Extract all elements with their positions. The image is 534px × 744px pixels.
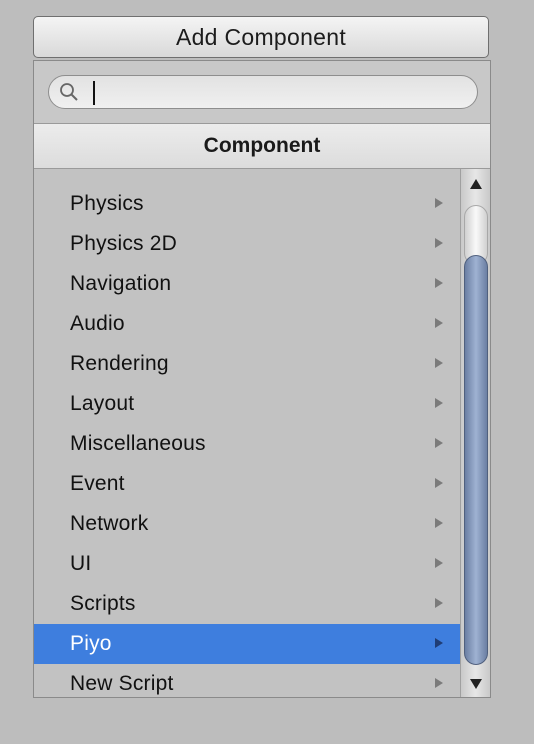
submenu-arrow-icon xyxy=(435,278,443,288)
text-caret xyxy=(93,81,95,105)
list-item-label: Physics xyxy=(70,192,144,215)
list-item-physics-2d[interactable]: Physics 2D xyxy=(34,224,460,264)
list-item-label: Network xyxy=(70,512,149,535)
list-item-rendering[interactable]: Rendering xyxy=(34,344,460,384)
search-icon xyxy=(60,83,78,101)
submenu-arrow-icon xyxy=(435,518,443,528)
scroll-down-arrow-icon[interactable] xyxy=(470,679,482,689)
vertical-scrollbar[interactable] xyxy=(460,169,490,697)
list-item-network[interactable]: Network xyxy=(34,504,460,544)
list-item-label: Scripts xyxy=(70,592,136,615)
submenu-arrow-icon xyxy=(435,598,443,608)
add-component-button[interactable]: Add Component xyxy=(33,16,489,58)
list-item-scripts[interactable]: Scripts xyxy=(34,584,460,624)
submenu-arrow-icon xyxy=(435,438,443,448)
submenu-arrow-icon xyxy=(435,478,443,488)
list-item-navigation[interactable]: Navigation xyxy=(34,264,460,304)
submenu-arrow-icon xyxy=(435,558,443,568)
search-field[interactable] xyxy=(48,75,478,109)
submenu-arrow-icon xyxy=(435,238,443,248)
component-popup: Component Physics Physics 2D Navigation … xyxy=(33,60,491,698)
list-item-label: Rendering xyxy=(70,352,169,375)
list-item-label: Physics 2D xyxy=(70,232,178,255)
list-item-piyo[interactable]: Piyo xyxy=(34,624,460,664)
list-item-event[interactable]: Event xyxy=(34,464,460,504)
list-item-miscellaneous[interactable]: Miscellaneous xyxy=(34,424,460,464)
list-item-label: Miscellaneous xyxy=(70,432,206,455)
submenu-arrow-icon xyxy=(435,638,443,648)
submenu-arrow-icon xyxy=(435,358,443,368)
submenu-arrow-icon xyxy=(435,318,443,328)
list-item-physics[interactable]: Physics xyxy=(34,184,460,224)
category-header: Component xyxy=(34,123,490,169)
list-item-ui[interactable]: UI xyxy=(34,544,460,584)
list-item-audio[interactable]: Audio xyxy=(34,304,460,344)
scroll-up-arrow-icon[interactable] xyxy=(470,179,482,189)
submenu-arrow-icon xyxy=(435,198,443,208)
submenu-arrow-icon xyxy=(435,678,443,688)
submenu-arrow-icon xyxy=(435,398,443,408)
scroll-thumb[interactable] xyxy=(464,255,488,665)
component-list: Physics Physics 2D Navigation Audio Rend… xyxy=(34,169,460,697)
list-item-label: Audio xyxy=(70,312,125,335)
list-item-label: UI xyxy=(70,552,92,575)
list-item-label: Layout xyxy=(70,392,135,415)
list-item-label: Event xyxy=(70,472,125,495)
list-item-new-script[interactable]: New Script xyxy=(34,664,460,697)
list-item-label: Navigation xyxy=(70,272,172,295)
search-area xyxy=(34,61,490,123)
list-item-label: Piyo xyxy=(70,632,112,655)
search-input[interactable] xyxy=(89,79,459,105)
list-item-label: New Script xyxy=(70,672,174,695)
list-item-layout[interactable]: Layout xyxy=(34,384,460,424)
